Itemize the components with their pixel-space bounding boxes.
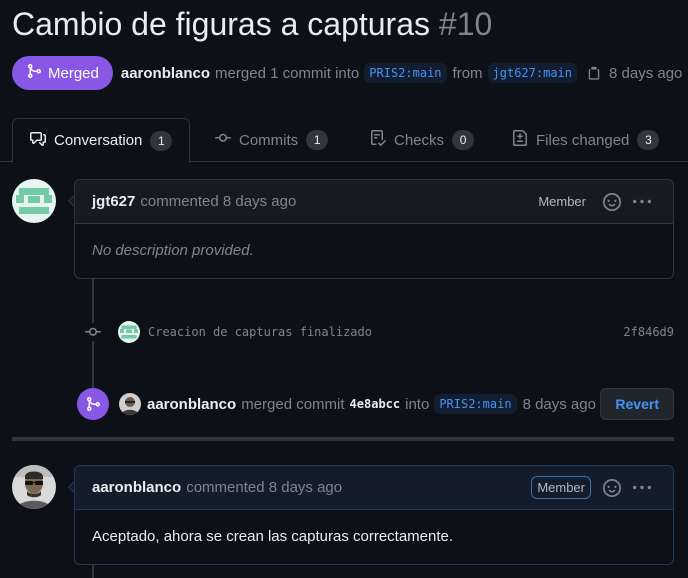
timeline-separator [12, 437, 674, 441]
base-branch-label[interactable]: PRIS2:main [364, 63, 447, 83]
merged-state-label: Merged [48, 64, 99, 82]
merger-avatar[interactable] [119, 393, 141, 415]
tab-conversation[interactable]: Conversation 1 [12, 118, 191, 163]
kebab-horizontal-icon[interactable] [633, 193, 651, 211]
comment-header: aaronblanco commented 8 days ago Member [75, 466, 673, 510]
comment-body: No description provided. [92, 242, 254, 259]
pr-action-text: merged 1 commit into [215, 64, 360, 82]
pr-tabs: Conversation 1 Commits 1 Checks 0 Files … [0, 118, 688, 163]
copy-icon[interactable] [587, 65, 601, 81]
tab-conversation-count: 1 [150, 130, 173, 151]
role-badge: Member [531, 476, 591, 499]
git-merge-icon [77, 388, 109, 420]
commit-author-avatar[interactable] [118, 321, 140, 343]
merge-action-text: merged commit [241, 395, 345, 413]
pr-title: Cambio de figuras a capturas #10 [12, 6, 492, 43]
from-text: from [452, 64, 483, 82]
file-diff-icon [512, 130, 528, 150]
tab-commits[interactable]: Commits 1 [215, 118, 329, 162]
comment-header: jgt627 commented 8 days ago Member [75, 180, 673, 224]
merge-into-text: into [405, 395, 430, 413]
role-badge: Member [538, 194, 586, 209]
revert-button[interactable]: Revert [600, 388, 674, 420]
tab-checks-label: Checks [394, 131, 445, 149]
merge-event: aaronblanco merged commit 4e8abcc into P… [77, 388, 688, 420]
avatar-aaronblanco[interactable] [12, 465, 56, 509]
tab-checks-count: 0 [452, 130, 475, 150]
tab-conversation-label: Conversation [54, 132, 143, 149]
merge-commit-sha[interactable]: 4e8abcc [350, 397, 401, 411]
git-commit-icon [215, 130, 231, 150]
checklist-icon [370, 130, 387, 150]
merge-user-link[interactable]: aaronblanco [147, 396, 236, 413]
comment-body: Aceptado, ahora se crean las capturas co… [92, 528, 454, 545]
timeline-line-bottom [92, 565, 94, 578]
pr-title-text: Cambio de figuras a capturas [12, 6, 430, 42]
pr-meta: Merged aaronblanco merged 1 commit into … [12, 56, 682, 90]
comment-discussion-icon [30, 131, 46, 151]
merge-branch-label[interactable]: PRIS2:main [434, 394, 517, 414]
smiley-icon[interactable] [603, 478, 621, 497]
comment-jgt627: jgt627 commented 8 days ago Member No de… [74, 179, 674, 279]
git-merge-icon [26, 63, 42, 83]
tab-commits-count: 1 [306, 130, 329, 150]
avatar-jgt627[interactable] [12, 179, 56, 223]
commit-item: Creacion de capturas finalizado 2f846d9 [84, 318, 688, 346]
comment-author[interactable]: aaronblanco [92, 479, 181, 496]
pr-time: 8 days ago [609, 64, 683, 82]
comment-aaronblanco: aaronblanco commented 8 days ago Member … [74, 465, 674, 565]
tab-commits-label: Commits [239, 131, 299, 149]
head-branch-label[interactable]: jgt627:main [487, 63, 578, 83]
merged-state-badge: Merged [12, 56, 113, 90]
pr-author-link[interactable]: aaronblanco [121, 65, 210, 82]
tab-files-changed-count: 3 [637, 130, 660, 150]
comment-author[interactable]: jgt627 [92, 193, 135, 210]
kebab-horizontal-icon[interactable] [633, 479, 651, 497]
tab-files-changed-label: Files changed [536, 131, 630, 149]
pr-number: #10 [438, 6, 493, 42]
smiley-icon[interactable] [603, 192, 621, 211]
merge-time[interactable]: 8 days ago [523, 396, 596, 413]
tab-checks[interactable]: Checks 0 [370, 118, 475, 162]
comment-meta[interactable]: commented 8 days ago [140, 193, 296, 210]
comment-meta[interactable]: commented 8 days ago [186, 479, 342, 496]
commit-message-link[interactable]: Creacion de capturas finalizado [148, 325, 372, 339]
git-commit-icon [84, 323, 102, 341]
commit-sha-link[interactable]: 2f846d9 [623, 325, 674, 339]
tab-files-changed[interactable]: Files changed 3 [512, 118, 660, 162]
